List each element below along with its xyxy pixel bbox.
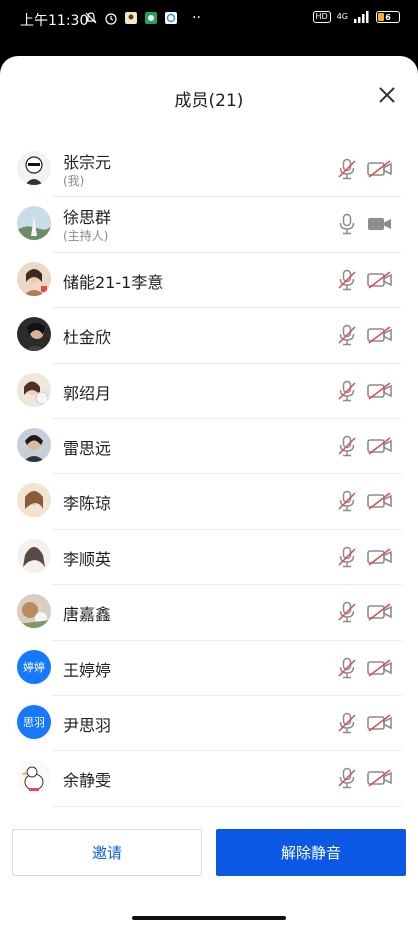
member-list: 张宗元 (我) 徐思群 (主持人) 储能21-1李意 杜金欣 郭绍月 雷思远 李… [0, 142, 418, 807]
member-row[interactable]: 储能21-1李意 [0, 253, 418, 309]
member-name: 李陈琼 [63, 494, 112, 514]
app-icon-1 [125, 12, 137, 24]
member-name: 余静雯 [63, 771, 112, 791]
member-role: (主持人) [63, 229, 109, 244]
member-name: 杜金欣 [63, 328, 112, 348]
member-row[interactable]: 思羽 尹思羽 [0, 696, 418, 752]
mic-muted-icon[interactable] [337, 601, 357, 623]
member-row[interactable]: 张宗元 (我) [0, 142, 418, 198]
mic-muted-icon[interactable] [337, 546, 357, 568]
status-right: HD 4G 6 [312, 11, 400, 23]
member-row[interactable]: 唐嘉鑫 [0, 585, 418, 641]
member-name: 李顺英 [63, 549, 112, 569]
camera-off-icon[interactable] [366, 436, 394, 456]
camera-off-icon[interactable] [366, 602, 394, 622]
camera-off-icon[interactable] [366, 325, 394, 345]
member-name: 王婷婷 [63, 660, 112, 680]
hd-badge: HD [312, 11, 331, 23]
camera-off-icon[interactable] [366, 491, 394, 511]
status-time: 上午11:30 [20, 13, 89, 29]
alarm-icon [105, 13, 117, 25]
avatar [17, 594, 51, 629]
avatar [17, 206, 51, 241]
mic-muted-icon[interactable] [337, 712, 357, 734]
mic-icon[interactable] [337, 213, 357, 235]
avatar [17, 261, 51, 296]
bell-off-icon [85, 12, 97, 24]
network-label: 4G [336, 12, 348, 21]
camera-off-icon[interactable] [366, 381, 394, 401]
members-sheet: 成员(21) 张宗元 (我) 徐思群 (主持人) 储能21-1李意 杜金欣 郭绍… [0, 56, 418, 929]
battery-icon: 6 [376, 11, 400, 23]
camera-off-icon[interactable] [366, 768, 394, 788]
mic-muted-icon[interactable] [337, 158, 357, 180]
status-bar: 上午11:30 ·· HD 4G 6 [0, 0, 418, 40]
signal-icon [354, 11, 369, 23]
member-row[interactable]: 郭绍月 [0, 364, 418, 419]
camera-icon[interactable] [366, 214, 394, 234]
avatar [17, 427, 51, 462]
member-row[interactable]: 李陈琼 [0, 474, 418, 530]
member-row[interactable]: 余静雯 [0, 751, 418, 807]
member-row[interactable]: 雷思远 [0, 419, 418, 475]
mic-muted-icon[interactable] [337, 767, 357, 789]
status-notification-icons: ·· [84, 11, 201, 25]
mic-muted-icon[interactable] [337, 490, 357, 512]
mic-muted-icon[interactable] [337, 324, 357, 346]
camera-off-icon[interactable] [366, 547, 394, 567]
member-name: 徐思群 [63, 208, 112, 228]
camera-off-icon[interactable] [366, 270, 394, 290]
avatar [17, 538, 51, 573]
mic-muted-icon[interactable] [337, 435, 357, 457]
avatar: 婷婷 [17, 649, 51, 684]
avatar [17, 317, 51, 352]
camera-off-icon[interactable] [366, 658, 394, 678]
member-name: 张宗元 [63, 153, 112, 172]
row-divider [52, 805, 402, 807]
member-role: (我) [63, 174, 85, 188]
member-name: 储能21-1李意 [63, 272, 164, 292]
member-name: 唐嘉鑫 [63, 605, 112, 625]
member-row[interactable]: 李顺英 [0, 530, 418, 586]
more-notifications: ·· [192, 10, 201, 26]
avatar [17, 760, 51, 795]
member-row[interactable]: 徐思群 (主持人) [0, 197, 418, 253]
sheet-title: 成员(21) [174, 91, 244, 111]
member-row[interactable]: 婷婷 王婷婷 [0, 641, 418, 696]
avatar [17, 372, 51, 407]
camera-off-icon[interactable] [366, 159, 394, 179]
close-icon[interactable] [378, 86, 396, 104]
member-name: 尹思羽 [63, 715, 112, 735]
unmute-all-button[interactable]: 解除静音 [216, 829, 406, 876]
battery-level: 6 [385, 12, 391, 22]
app-icon-3 [165, 12, 177, 24]
avatar: 思羽 [17, 704, 51, 739]
mic-muted-icon[interactable] [337, 657, 357, 679]
member-row[interactable]: 杜金欣 [0, 308, 418, 364]
mic-muted-icon[interactable] [337, 269, 357, 291]
member-name: 郭绍月 [63, 383, 112, 403]
camera-off-icon[interactable] [366, 713, 394, 733]
mic-muted-icon[interactable] [337, 380, 357, 402]
app-icon-2 [145, 12, 157, 24]
home-indicator[interactable] [132, 916, 286, 920]
member-name: 雷思远 [63, 438, 112, 458]
avatar [17, 151, 51, 185]
invite-button[interactable]: 邀请 [12, 829, 202, 876]
avatar [17, 483, 51, 518]
